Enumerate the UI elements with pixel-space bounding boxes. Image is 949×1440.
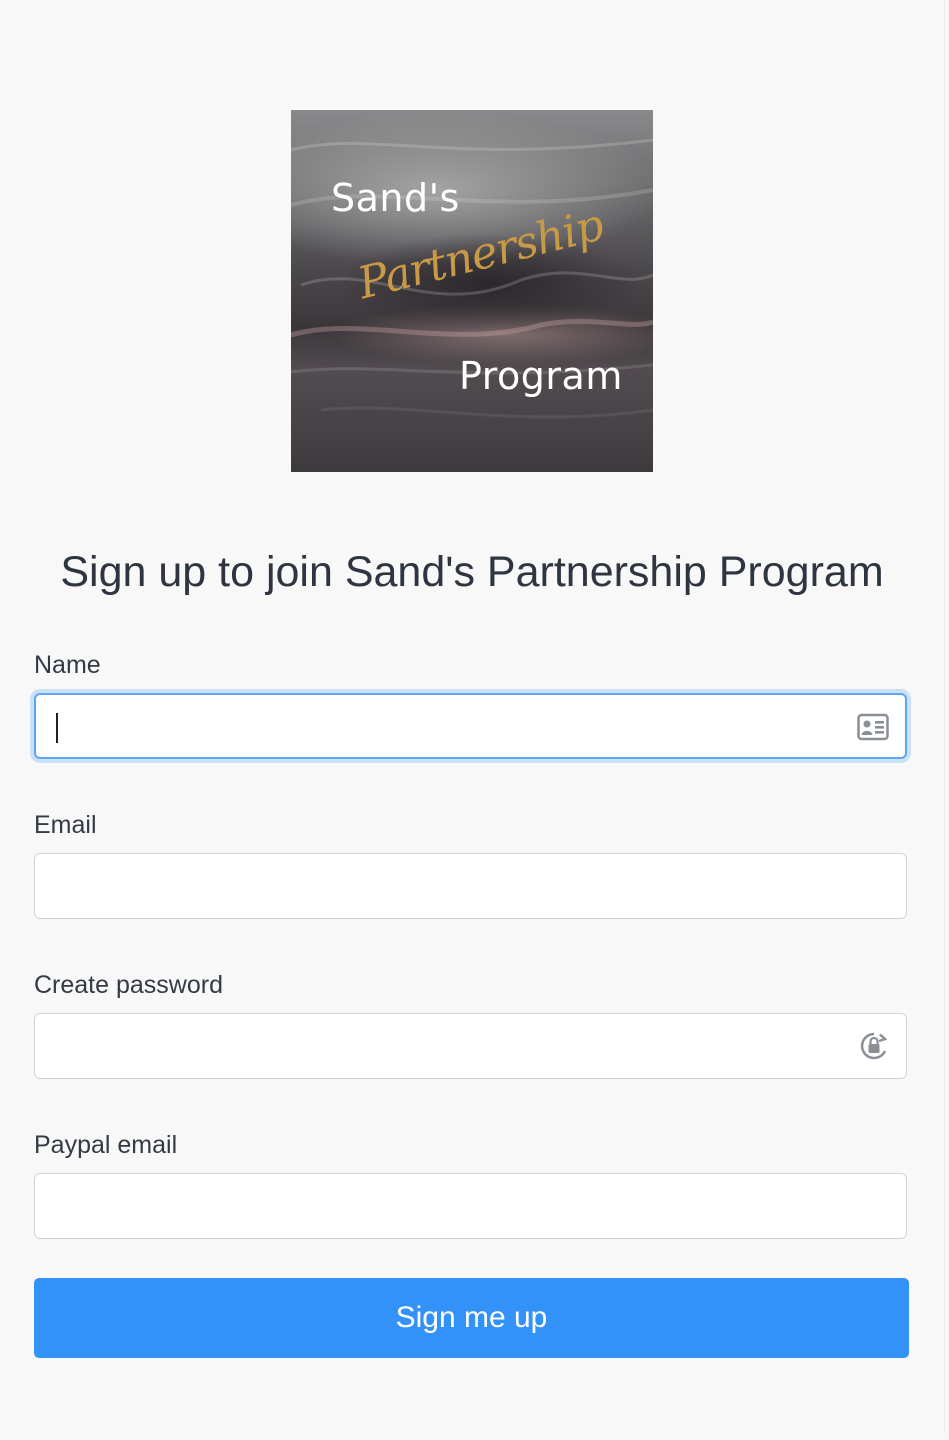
password-key-icon[interactable] [858,1031,890,1061]
password-input[interactable] [53,1014,853,1078]
password-field[interactable] [34,1013,907,1079]
paypal-email-label: Paypal email [34,1131,178,1159]
email-input[interactable] [53,854,853,918]
text-caret [56,713,58,743]
paypal-email-input[interactable] [53,1174,853,1238]
name-label: Name [34,651,101,679]
water-background-art [291,138,653,419]
email-label: Email [34,811,97,839]
name-field[interactable] [34,693,907,759]
logo-text-sands: Sand's [331,176,460,220]
logo-text-program: Program [459,354,623,398]
email-field[interactable] [34,853,907,919]
sign-me-up-button[interactable]: Sign me up [34,1278,909,1358]
password-label: Create password [34,971,223,999]
partnership-program-logo: Sand's Partnership Program [291,110,653,472]
contact-card-icon[interactable] [857,712,889,742]
name-input[interactable] [54,695,854,757]
page-title: Sign up to join Sand's Partnership Progr… [60,548,884,596]
paypal-email-field[interactable] [34,1173,907,1239]
signup-page: Sand's Partnership Program Sign up to jo… [0,0,945,1434]
